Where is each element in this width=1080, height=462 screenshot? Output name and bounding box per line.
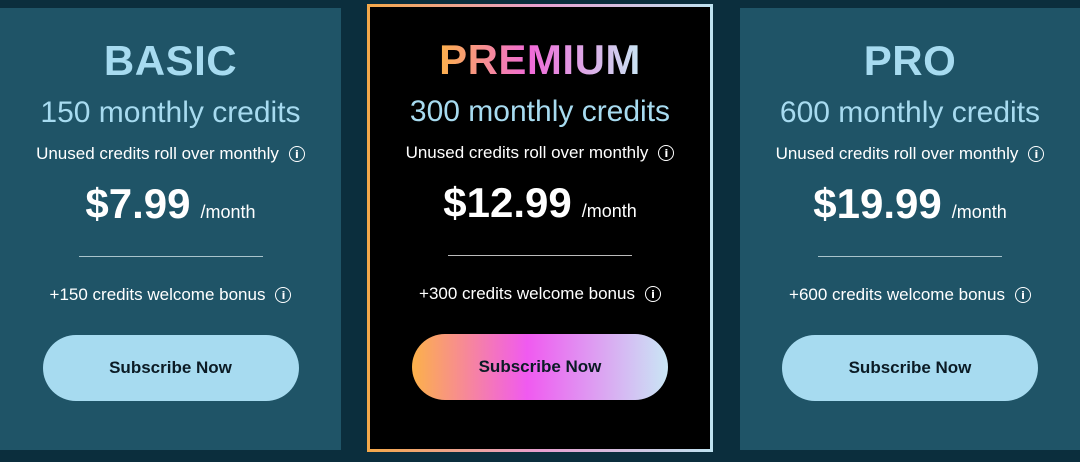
rollover-note: Unused credits roll over monthly i	[36, 144, 305, 164]
welcome-bonus-text: +300 credits welcome bonus	[419, 284, 635, 303]
subscribe-basic-button[interactable]: Subscribe Now	[42, 335, 299, 401]
info-icon[interactable]: i	[288, 146, 305, 162]
rollover-text: Unused credits roll over monthly	[36, 144, 279, 163]
price-row: $7.99 /month	[85, 180, 255, 228]
welcome-bonus: +600 credits welcome bonus i	[789, 285, 1031, 305]
plan-card-basic: BASIC 150 monthly credits Unused credits…	[0, 8, 341, 450]
price-period: /month	[951, 202, 1007, 222]
price: $12.99	[443, 179, 572, 226]
price-period: /month	[581, 201, 637, 221]
info-icon[interactable]: i	[658, 145, 675, 161]
divider	[448, 255, 632, 256]
monthly-credits: 600 monthly credits	[779, 96, 1041, 129]
info-icon[interactable]: i	[644, 286, 661, 302]
rollover-text: Unused credits roll over monthly	[775, 144, 1019, 163]
welcome-bonus: +300 credits welcome bonus i	[419, 284, 661, 304]
plan-title: PRO	[863, 37, 957, 84]
price-row: $12.99 /month	[443, 179, 637, 227]
monthly-credits: 150 monthly credits	[40, 96, 301, 129]
rollover-text: Unused credits roll over monthly	[405, 143, 649, 162]
welcome-bonus-text: +600 credits welcome bonus	[789, 285, 1005, 304]
plan-title: PREMIUM	[439, 36, 641, 83]
monthly-credits: 300 monthly credits	[409, 95, 671, 128]
info-icon[interactable]: i	[275, 287, 292, 303]
price: $7.99	[85, 180, 191, 227]
rollover-note: Unused credits roll over monthly i	[406, 143, 675, 163]
info-icon[interactable]: i	[1028, 146, 1045, 162]
rollover-note: Unused credits roll over monthly i	[776, 144, 1045, 164]
divider	[818, 256, 1002, 257]
welcome-bonus: +150 credits welcome bonus i	[50, 285, 292, 305]
subscribe-premium-button[interactable]: Subscribe Now	[412, 334, 668, 400]
plan-card-pro: PRO 600 monthly credits Unused credits r…	[740, 8, 1080, 450]
plan-title: BASIC	[103, 37, 238, 84]
divider	[78, 256, 263, 257]
price: $19.99	[813, 180, 942, 227]
subscribe-pro-button[interactable]: Subscribe Now	[782, 335, 1038, 401]
price-period: /month	[200, 202, 256, 222]
plan-card-premium: PREMIUM 300 monthly credits Unused credi…	[367, 4, 713, 452]
welcome-bonus-text: +150 credits welcome bonus	[49, 285, 266, 304]
price-row: $19.99 /month	[813, 180, 1007, 228]
info-icon[interactable]: i	[1014, 287, 1031, 303]
